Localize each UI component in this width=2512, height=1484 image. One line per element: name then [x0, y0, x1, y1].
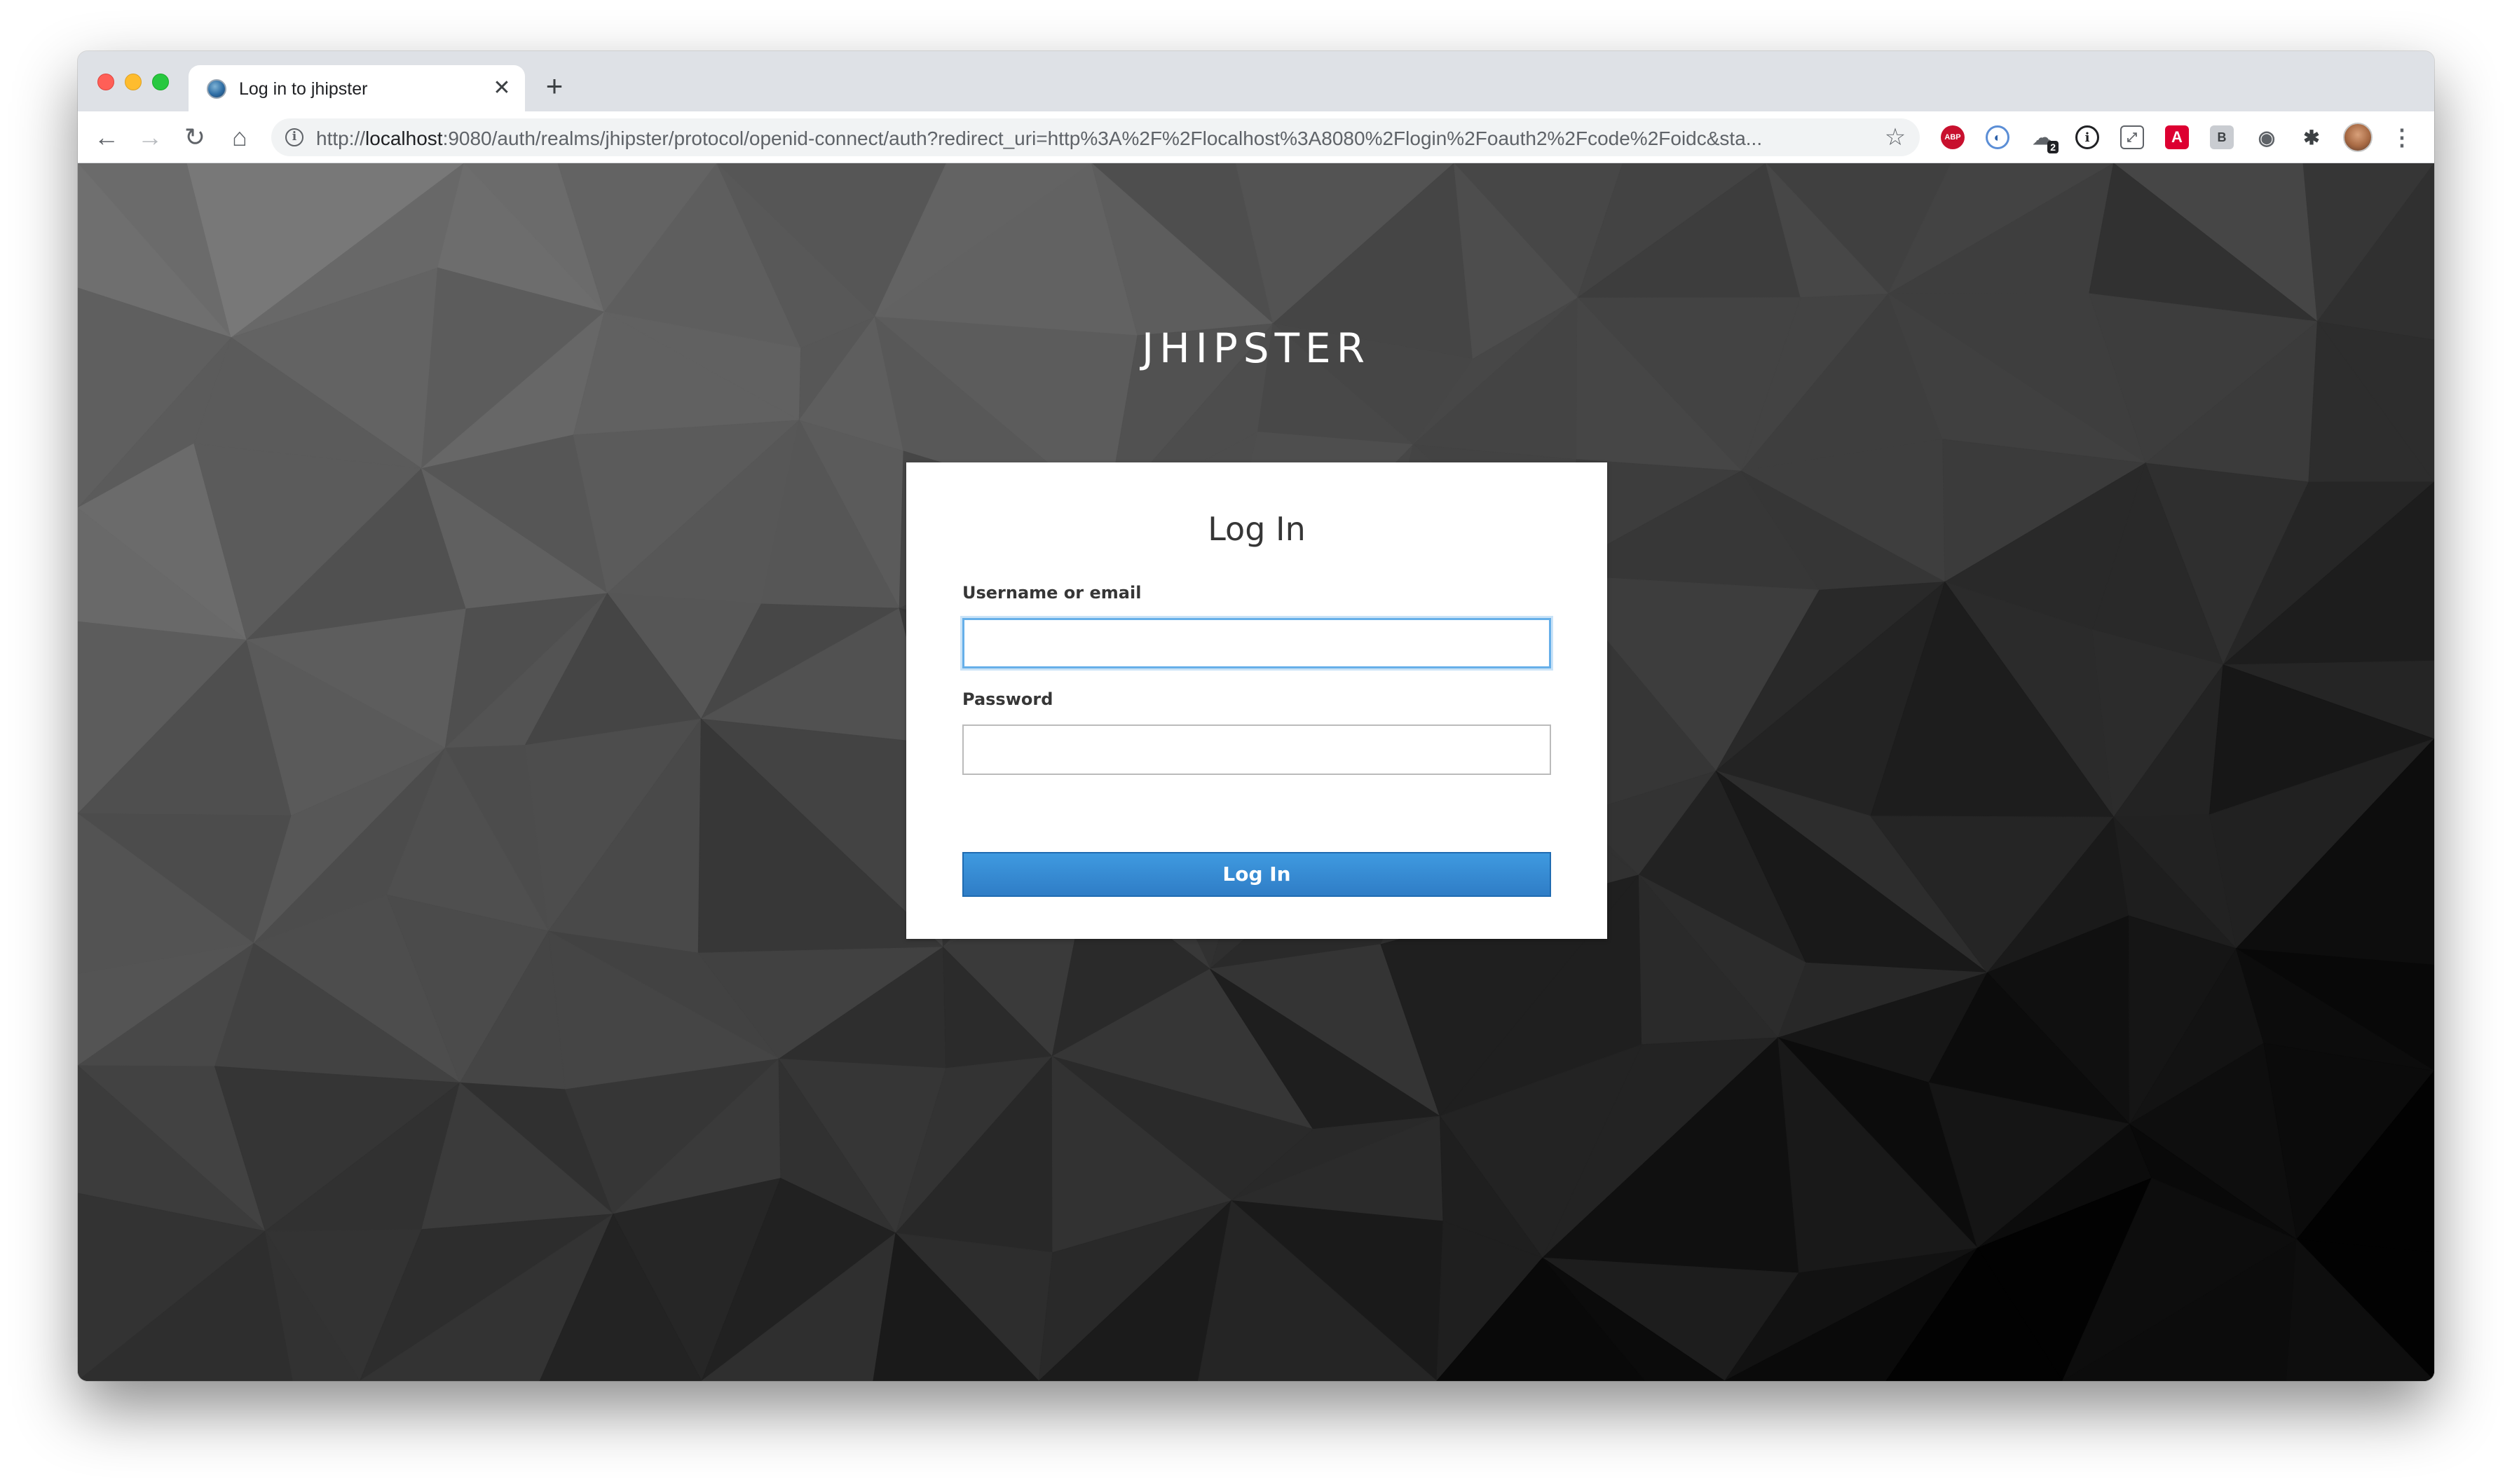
back-button[interactable]: ← — [89, 120, 124, 155]
minimize-window-button[interactable] — [125, 74, 142, 90]
jhipster-favicon-icon — [207, 79, 226, 99]
login-button[interactable]: Log In — [962, 852, 1551, 897]
password-input[interactable] — [962, 724, 1551, 775]
forward-button[interactable]: → — [132, 120, 168, 155]
page-content: JHIPSTER Log In Username or email Passwo… — [78, 163, 2434, 1381]
url-path: :9080/auth/realms/jhipster/protocol/open… — [442, 128, 1763, 149]
reload-button[interactable]: ↻ — [177, 120, 212, 155]
home-button[interactable]: ⌂ — [222, 120, 257, 155]
url-scheme: http:// — [316, 128, 366, 149]
new-tab-button[interactable]: + — [539, 71, 570, 102]
box-extension-icon[interactable]: B — [2210, 125, 2234, 149]
url-host: localhost — [365, 128, 443, 149]
extension-badge: 2 — [2047, 141, 2059, 153]
angular-icon[interactable]: A — [2165, 125, 2189, 149]
address-url[interactable]: http://localhost:9080/auth/realms/jhipst… — [316, 128, 1858, 150]
camera-icon[interactable]: ◉ — [2255, 125, 2279, 149]
username-input[interactable] — [962, 618, 1551, 668]
site-info-icon[interactable]: i — [285, 128, 303, 146]
kebab-menu-icon[interactable]: ⋮ — [2388, 123, 2416, 152]
zoom-window-button[interactable] — [152, 74, 169, 90]
address-bar[interactable]: i http://localhost:9080/auth/realms/jhip… — [271, 118, 1920, 156]
info-extension-icon[interactable]: i — [2075, 125, 2099, 149]
adblock-plus-icon[interactable]: ABP — [1941, 125, 1965, 149]
browser-toolbar: ← → ↻ ⌂ i http://localhost:9080/auth/rea… — [78, 111, 2434, 163]
cloud-extension-icon[interactable]: ☁ 2 — [2030, 125, 2059, 153]
onepassword-icon[interactable]: ◐ — [1986, 125, 2009, 149]
login-card: Log In Username or email Password Log In — [906, 462, 1607, 939]
tab-title: Log in to jhipster — [239, 79, 368, 99]
chart-extension-icon[interactable]: ⤢ — [2120, 125, 2144, 149]
profile-avatar[interactable] — [2343, 123, 2373, 152]
puzzle-icon[interactable]: ✱ — [2300, 125, 2323, 149]
password-label: Password — [962, 689, 1053, 709]
close-icon[interactable]: ✕ — [490, 76, 514, 100]
tab-login[interactable]: Log in to jhipster ✕ — [189, 65, 525, 111]
login-title: Log In — [1208, 510, 1306, 548]
brand-title: JHIPSTER — [1142, 324, 1370, 372]
username-label: Username or email — [962, 583, 1142, 603]
tab-strip: Log in to jhipster ✕ + — [78, 51, 2434, 111]
close-window-button[interactable] — [97, 74, 114, 90]
browser-window: Log in to jhipster ✕ + ← → ↻ ⌂ i http://… — [78, 51, 2434, 1381]
bookmark-star-icon[interactable]: ☆ — [1882, 124, 1909, 151]
